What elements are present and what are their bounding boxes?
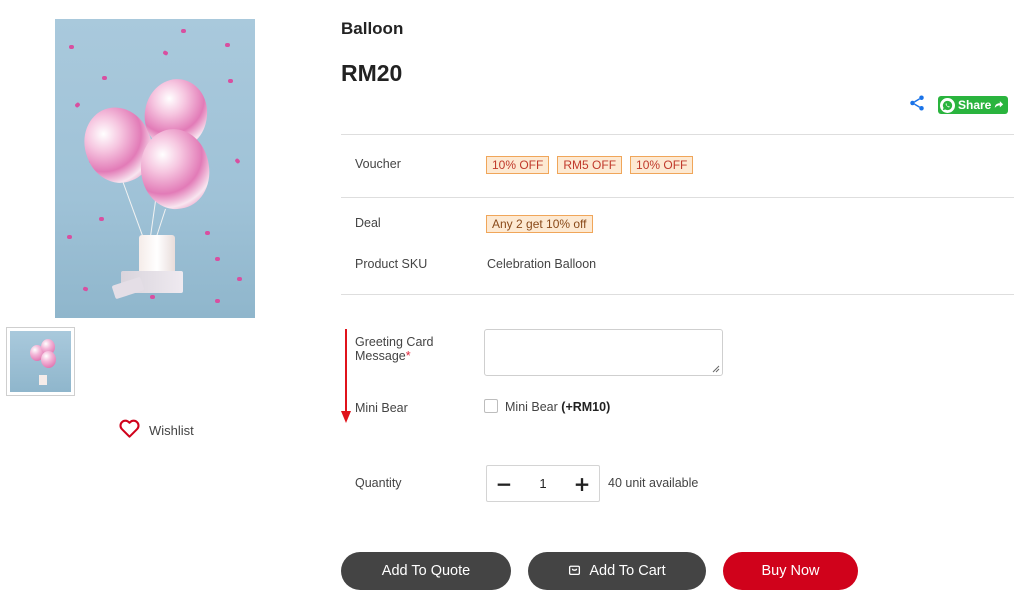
deal-tag: Any 2 get 10% off — [486, 215, 593, 233]
divider — [341, 134, 1014, 135]
arrow-forward-icon — [994, 98, 1004, 112]
mini-bear-checkbox[interactable] — [484, 399, 498, 413]
quantity-decrement-button[interactable]: − — [493, 472, 515, 496]
confetti — [181, 29, 186, 33]
divider — [341, 197, 1014, 198]
mini-bear-option-label[interactable]: Mini Bear (+RM10) — [505, 400, 610, 414]
confetti — [215, 299, 220, 303]
voucher-tag[interactable]: RM5 OFF — [557, 156, 623, 174]
confetti — [215, 257, 220, 261]
sku-value: Celebration Balloon — [487, 257, 597, 271]
add-to-quote-button[interactable]: Add To Quote — [341, 552, 511, 590]
product-main-image[interactable] — [55, 19, 255, 318]
mini-bear-option-price: (+RM10) — [561, 400, 611, 414]
thumbnail-vase — [39, 375, 47, 385]
sku-label: Product SKU — [355, 257, 428, 271]
heart-icon — [119, 419, 140, 441]
confetti — [82, 286, 89, 292]
voucher-list: 10% OFF RM5 OFF 10% OFF — [486, 156, 694, 174]
buy-now-button[interactable]: Buy Now — [723, 552, 858, 590]
mini-bear-label: Mini Bear — [355, 401, 408, 415]
whatsapp-icon — [940, 97, 955, 113]
confetti — [102, 76, 107, 80]
buy-now-label: Buy Now — [761, 563, 820, 579]
quantity-stepper: − 1 + — [486, 465, 600, 502]
greeting-card-label-text: Greeting Card Message — [355, 335, 434, 363]
quantity-increment-button[interactable]: + — [571, 472, 593, 496]
confetti — [205, 231, 210, 235]
confetti — [69, 45, 74, 49]
confetti — [150, 295, 155, 299]
voucher-tag[interactable]: 10% OFF — [630, 156, 694, 174]
resize-grip-icon[interactable] — [712, 365, 720, 373]
cart-icon — [568, 563, 581, 580]
voucher-tag[interactable]: 10% OFF — [486, 156, 550, 174]
greeting-card-message-input[interactable] — [484, 329, 723, 376]
voucher-label: Voucher — [355, 157, 401, 171]
deal-label: Deal — [355, 216, 381, 230]
confetti — [74, 101, 81, 109]
confetti — [162, 50, 169, 56]
annotation-arrow-icon — [341, 329, 351, 423]
confetti — [67, 235, 72, 239]
stock-availability: 40 unit available — [608, 476, 699, 490]
thumbnail-1[interactable] — [6, 327, 75, 396]
confetti — [237, 277, 242, 281]
add-to-cart-label: Add To Cart — [589, 563, 666, 579]
wishlist-label: Wishlist — [149, 422, 194, 438]
share-icon[interactable] — [908, 94, 926, 116]
quantity-label: Quantity — [355, 476, 402, 490]
product-price: RM20 — [341, 60, 403, 86]
add-to-quote-label: Add To Quote — [381, 563, 471, 579]
whatsapp-share-label: Share — [958, 98, 992, 112]
share-row: Share — [908, 94, 1009, 116]
whatsapp-share-button[interactable]: Share — [938, 96, 1009, 114]
mini-bear-option-name: Mini Bear — [505, 400, 558, 414]
confetti — [99, 217, 104, 221]
thumbnail-image — [10, 331, 71, 392]
gift-lid — [111, 276, 145, 300]
confetti — [228, 79, 233, 83]
confetti — [234, 157, 241, 165]
divider — [341, 294, 1014, 295]
add-to-cart-button[interactable]: Add To Cart — [528, 552, 706, 590]
product-title: Balloon — [341, 19, 404, 38]
confetti — [225, 43, 230, 47]
required-mark: * — [405, 349, 411, 363]
wishlist-button[interactable]: Wishlist — [119, 419, 194, 441]
quantity-input[interactable]: 1 — [528, 476, 558, 491]
thumbnail-balloon — [41, 351, 56, 368]
greeting-card-label: Greeting Card Message* — [355, 335, 465, 363]
